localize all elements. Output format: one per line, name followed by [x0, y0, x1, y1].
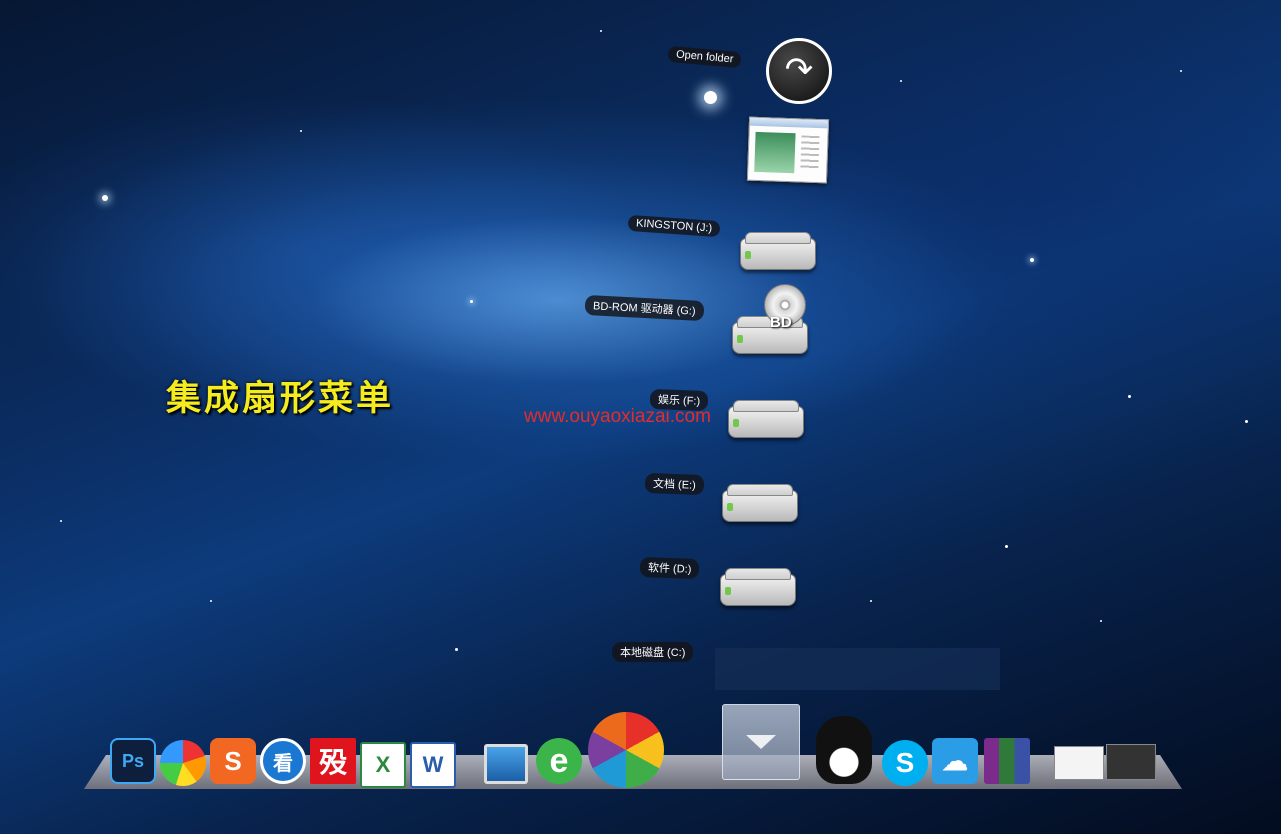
- bd-badge: BD: [770, 314, 792, 331]
- stack-toggle-button[interactable]: [722, 704, 800, 780]
- star: [470, 300, 473, 303]
- hard-drive-icon[interactable]: [728, 400, 804, 438]
- window-icon[interactable]: [746, 116, 830, 184]
- word-icon[interactable]: W: [410, 742, 456, 788]
- fan-item-label[interactable]: 本地磁盘 (C:): [612, 642, 694, 662]
- star: [900, 80, 902, 82]
- usb-drive-icon[interactable]: [740, 232, 816, 270]
- fan-item-label[interactable]: BD-ROM 驱动器 (G:): [584, 294, 705, 322]
- photoshop-icon[interactable]: Ps: [110, 738, 156, 784]
- star: [1245, 420, 1248, 423]
- star: [704, 91, 717, 104]
- color-balls-icon[interactable]: [160, 740, 206, 786]
- computer-icon[interactable]: [484, 744, 528, 784]
- curved-arrow-icon: ↷: [784, 50, 814, 90]
- thumbnail-icon[interactable]: [1106, 744, 1156, 780]
- star: [102, 195, 108, 201]
- game-red-icon[interactable]: 殁: [310, 738, 356, 784]
- star: [870, 600, 872, 602]
- ie-icon[interactable]: e: [536, 738, 582, 784]
- thumbnail-icon[interactable]: [1054, 746, 1104, 780]
- star: [300, 130, 302, 132]
- star: [455, 648, 458, 651]
- fan-item-label[interactable]: 娱乐 (F:): [649, 388, 709, 412]
- kankan-icon[interactable]: 看: [260, 738, 306, 784]
- highlight-strip: [715, 648, 1000, 690]
- star: [210, 600, 212, 602]
- desktop-caption: 集成扇形菜单: [166, 379, 395, 419]
- star: [600, 30, 602, 32]
- fan-item-label[interactable]: 软件 (D:): [639, 556, 700, 580]
- star: [1005, 545, 1008, 548]
- arrow-down-icon: [746, 735, 776, 749]
- star: [1128, 395, 1131, 398]
- skype-icon[interactable]: S: [882, 740, 928, 786]
- cloud-icon: ☁: [942, 745, 968, 776]
- hard-drive-icon[interactable]: [720, 568, 796, 606]
- hard-drive-icon[interactable]: [722, 484, 798, 522]
- open-folder-button[interactable]: ↷: [766, 38, 832, 104]
- winrar-icon[interactable]: [984, 738, 1030, 784]
- excel-icon[interactable]: X: [360, 742, 406, 788]
- star: [1180, 70, 1182, 72]
- star: [1100, 620, 1102, 622]
- qq-icon[interactable]: [816, 716, 872, 784]
- fan-item-label[interactable]: KINGSTON (J:): [627, 214, 721, 238]
- fan-item-label[interactable]: 文档 (E:): [644, 472, 705, 496]
- star: [60, 520, 62, 522]
- star: [1030, 258, 1034, 262]
- open-folder-label[interactable]: Open folder: [667, 45, 743, 69]
- pinwheel-icon[interactable]: [588, 712, 664, 788]
- sogou-icon[interactable]: S: [210, 738, 256, 784]
- baidu-cloud-icon[interactable]: ☁: [932, 738, 978, 784]
